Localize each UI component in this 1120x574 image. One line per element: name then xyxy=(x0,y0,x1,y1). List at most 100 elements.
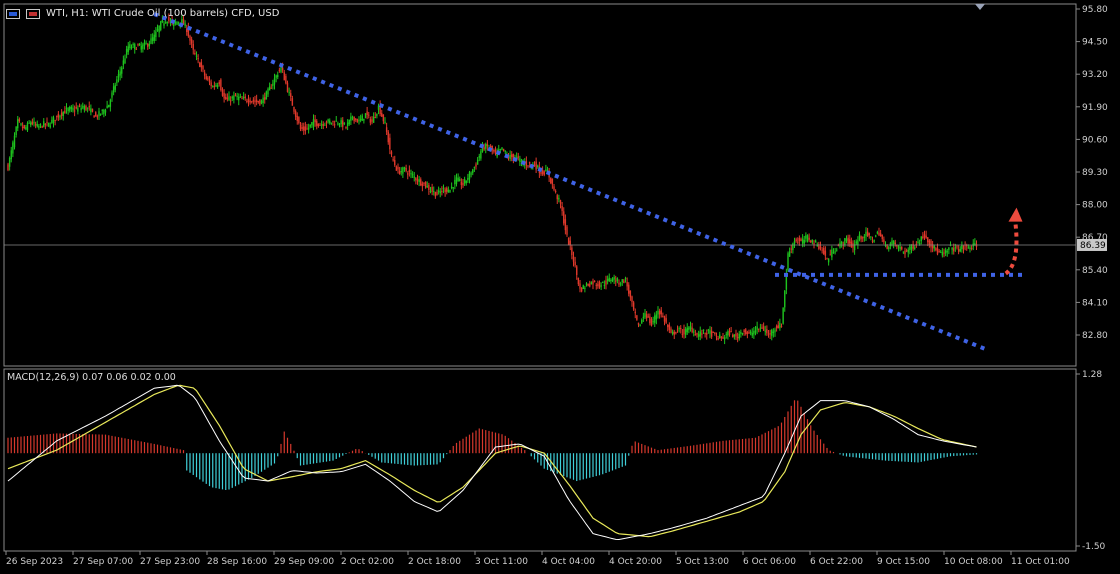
candle-body xyxy=(397,166,399,170)
candle-body xyxy=(527,165,529,167)
candle-body xyxy=(920,236,922,242)
candle-body xyxy=(267,88,269,95)
candle-body xyxy=(493,149,495,152)
candle-body xyxy=(233,95,235,100)
candle-body xyxy=(361,115,363,121)
candle-body xyxy=(426,186,428,188)
candle-body xyxy=(39,123,42,125)
candle-body xyxy=(826,258,828,260)
candle-body xyxy=(351,117,354,119)
price-chart[interactable]: 95.8094.5093.2091.9090.6089.3088.0086.70… xyxy=(0,0,1120,574)
candle-body xyxy=(8,158,11,167)
candle-body xyxy=(348,119,350,125)
candle-body xyxy=(455,177,458,184)
descending-trendline[interactable] xyxy=(153,12,989,352)
candle-body xyxy=(83,105,86,110)
candle-body xyxy=(709,330,711,334)
candle-body xyxy=(278,69,281,71)
candle-body xyxy=(98,111,100,117)
candle-body xyxy=(473,166,476,168)
candle-body xyxy=(940,251,942,253)
candle-body xyxy=(319,124,321,126)
candle-body xyxy=(683,328,685,335)
candle-body xyxy=(342,120,344,127)
candle-body xyxy=(304,126,307,132)
candle-body xyxy=(281,67,284,71)
candle-body xyxy=(192,44,194,50)
candle-body xyxy=(255,99,258,103)
candle-body xyxy=(717,337,719,340)
candle-body xyxy=(285,75,287,84)
candle-body xyxy=(606,278,609,282)
candle-body xyxy=(221,89,224,96)
candle-body xyxy=(967,247,970,249)
candle-body xyxy=(251,101,253,103)
candle-body xyxy=(402,167,404,174)
candle-body xyxy=(290,93,292,97)
candle-body xyxy=(727,331,729,336)
candle-body xyxy=(909,245,911,250)
candle-body xyxy=(17,119,19,129)
candle-body xyxy=(593,280,596,282)
candle-body xyxy=(580,288,583,292)
symbol-flag-icon[interactable] xyxy=(26,8,40,19)
candle-body xyxy=(680,328,682,330)
candle-body xyxy=(676,329,679,331)
breakout-arrow-head[interactable] xyxy=(1008,207,1023,222)
candle-body xyxy=(234,94,237,97)
candle-body xyxy=(782,307,784,324)
breakout-arrow-shaft[interactable] xyxy=(1004,223,1019,276)
candle-body xyxy=(878,232,880,236)
candle-body xyxy=(813,243,815,245)
candle-body xyxy=(156,28,159,31)
candle-body xyxy=(636,315,638,320)
candle-body xyxy=(707,329,710,331)
candle-body xyxy=(619,283,622,285)
candle-body xyxy=(499,149,502,151)
candle-body xyxy=(127,46,129,52)
candle-body xyxy=(641,319,643,324)
candle-body xyxy=(431,187,433,192)
candle-body xyxy=(579,283,581,289)
candle-body xyxy=(684,329,687,335)
scroll-marker-icon[interactable] xyxy=(975,4,985,10)
price-tick-label: 93.20 xyxy=(1082,70,1108,80)
candle-body xyxy=(904,250,906,255)
candle-body xyxy=(954,247,957,249)
candle-body xyxy=(134,44,136,50)
candle-body xyxy=(36,124,38,127)
candle-body xyxy=(735,333,737,337)
candle-body xyxy=(550,177,552,184)
candle-body xyxy=(312,119,315,127)
candle-body xyxy=(759,327,762,329)
candle-body xyxy=(288,92,290,94)
candle-body xyxy=(28,122,30,124)
candle-body xyxy=(725,333,727,335)
candle-body xyxy=(441,190,443,192)
candle-body xyxy=(268,86,271,91)
candle-body xyxy=(897,246,900,248)
candle-body xyxy=(829,254,831,256)
candle-body xyxy=(164,22,167,24)
candle-body xyxy=(719,334,721,339)
candle-body xyxy=(454,179,456,185)
candle-body xyxy=(229,100,232,102)
candle-body xyxy=(26,123,29,131)
candle-body xyxy=(901,246,903,250)
candle-body xyxy=(823,247,825,255)
candle-body xyxy=(914,247,916,249)
chart-settings-icon[interactable] xyxy=(6,8,20,19)
candle-body xyxy=(421,183,424,187)
candle-body xyxy=(610,279,612,282)
candle-body xyxy=(390,151,393,155)
candle-body xyxy=(649,316,651,324)
candle-body xyxy=(571,247,573,256)
candle-body xyxy=(106,105,108,109)
candle-body xyxy=(803,239,805,244)
candle-body xyxy=(528,161,531,164)
candle-body xyxy=(296,115,298,121)
candle-body xyxy=(408,169,411,173)
time-tick-label: 2 Oct 02:00 xyxy=(341,557,394,567)
candle-body xyxy=(350,116,352,121)
time-tick-label: 27 Sep 07:00 xyxy=(73,557,133,567)
